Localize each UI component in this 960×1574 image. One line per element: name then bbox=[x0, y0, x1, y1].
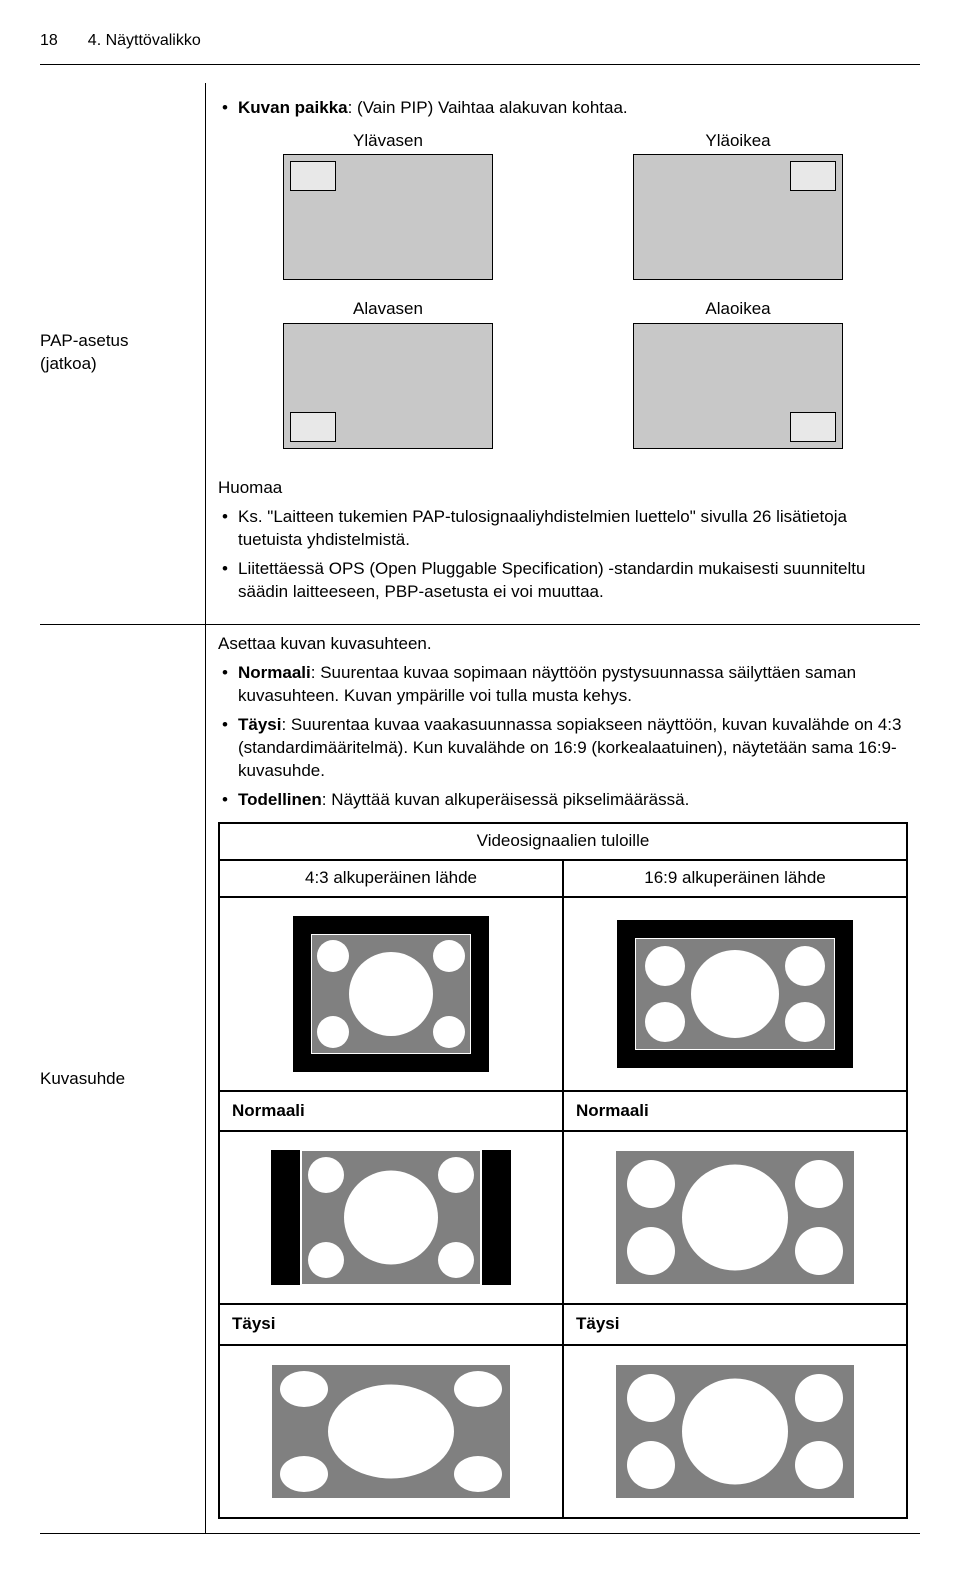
normal-43-icon bbox=[271, 1150, 511, 1285]
pip-sub-tl bbox=[290, 161, 336, 191]
ar-full-43 bbox=[219, 1345, 563, 1518]
aspect-intro: Asettaa kuvan kuvasuhteen. bbox=[218, 633, 908, 656]
row2-title: Kuvasuhde bbox=[40, 1068, 201, 1091]
pattern-169-icon bbox=[635, 938, 835, 1050]
aspect-normal-rest: : Suurentaa kuvaa sopimaan näyttöön pyst… bbox=[238, 663, 856, 705]
pip-box-br bbox=[633, 323, 843, 449]
pip-intro-rest: : (Vain PIP) Vaihtaa alakuvan kohtaa. bbox=[348, 98, 628, 117]
aspect-full-rest: : Suurentaa kuvaa vaakasuunnassa sopiaks… bbox=[238, 715, 901, 780]
header-rule bbox=[40, 64, 920, 65]
tv-frame-169-src bbox=[617, 920, 853, 1068]
normal-169-icon bbox=[615, 1150, 855, 1285]
pip-intro: Kuvan paikka: (Vain PIP) Vaihtaa alakuva… bbox=[222, 97, 908, 120]
pip-box-tr bbox=[633, 154, 843, 280]
page-number: 18 bbox=[40, 30, 58, 52]
full-169-icon bbox=[615, 1364, 855, 1499]
row2-right: Asettaa kuvan kuvasuhteen. Normaali: Suu… bbox=[205, 625, 920, 1534]
aspect-table: Videosignaalien tuloille 4:3 alkuperäine… bbox=[218, 822, 908, 1520]
row2-left: Kuvasuhde bbox=[40, 625, 205, 1534]
aspect-real-rest: : Näyttää kuvan alkuperäisessä pikselimä… bbox=[322, 790, 690, 809]
pip-intro-bold: Kuvan paikka bbox=[238, 98, 348, 117]
pattern-43-icon bbox=[311, 934, 471, 1054]
pip-sub-tr bbox=[790, 161, 836, 191]
ar-label-full-l: Täysi bbox=[219, 1304, 563, 1345]
pip-box-tl bbox=[283, 154, 493, 280]
ar-src-43 bbox=[219, 897, 563, 1091]
pip-col-bl: Alavasen bbox=[248, 298, 528, 459]
ar-src-169 bbox=[563, 897, 907, 1091]
pip-sub-bl bbox=[290, 412, 336, 442]
full-43-icon bbox=[271, 1364, 511, 1499]
aspect-list: Normaali: Suurentaa kuvaa sopimaan näytt… bbox=[218, 662, 908, 812]
pip-intro-list: Kuvan paikka: (Vain PIP) Vaihtaa alakuva… bbox=[218, 97, 908, 120]
pip-label-tr: Yläoikea bbox=[598, 130, 878, 153]
ar-label-full-r: Täysi bbox=[563, 1304, 907, 1345]
aspect-real-b: Todellinen bbox=[238, 790, 322, 809]
aspect-full: Täysi: Suurentaa kuvaa vaakasuunnassa so… bbox=[222, 714, 908, 783]
pip-label-bl: Alavasen bbox=[248, 298, 528, 321]
ar-full-169 bbox=[563, 1345, 907, 1518]
ar-normal-169 bbox=[563, 1131, 907, 1304]
ar-col-169: 16:9 alkuperäinen lähde bbox=[563, 860, 907, 897]
tv-frame-43-src bbox=[293, 916, 489, 1072]
pip-col-tr: Yläoikea bbox=[598, 130, 878, 291]
pip-col-br: Alaoikea bbox=[598, 298, 878, 459]
page-header: 18 4. Näyttövalikko bbox=[40, 30, 920, 52]
row1-left: PAP-asetus (jatkoa) bbox=[40, 83, 205, 626]
row1-title: PAP-asetus bbox=[40, 330, 201, 353]
note-list: Ks. "Laitteen tukemien PAP-tulosignaaliy… bbox=[218, 506, 908, 604]
aspect-normal: Normaali: Suurentaa kuvaa sopimaan näytt… bbox=[222, 662, 908, 708]
aspect-real: Todellinen: Näyttää kuvan alkuperäisessä… bbox=[222, 789, 908, 812]
note-heading: Huomaa bbox=[218, 477, 908, 500]
ar-normal-43 bbox=[219, 1131, 563, 1304]
ar-label-normal-r: Normaali bbox=[563, 1091, 907, 1132]
section-title: 4. Näyttövalikko bbox=[88, 30, 201, 52]
content-table: PAP-asetus (jatkoa) Kuvan paikka: (Vain … bbox=[40, 83, 920, 1535]
page: 18 4. Näyttövalikko PAP-asetus (jatkoa) … bbox=[0, 0, 960, 1574]
pip-label-tl: Ylävasen bbox=[248, 130, 528, 153]
ar-title: Videosignaalien tuloille bbox=[219, 823, 907, 860]
pip-box-bl bbox=[283, 323, 493, 449]
note-1: Ks. "Laitteen tukemien PAP-tulosignaaliy… bbox=[222, 506, 908, 552]
pip-col-tl: Ylävasen bbox=[248, 130, 528, 291]
ar-label-normal-l: Normaali bbox=[219, 1091, 563, 1132]
row1-right: Kuvan paikka: (Vain PIP) Vaihtaa alakuva… bbox=[205, 83, 920, 626]
pip-sub-br bbox=[790, 412, 836, 442]
pip-grid: Ylävasen Yläoikea Alavasen Alaoikea bbox=[218, 130, 908, 460]
note-2: Liitettäessä OPS (Open Pluggable Specifi… bbox=[222, 558, 908, 604]
ar-col-43: 4:3 alkuperäinen lähde bbox=[219, 860, 563, 897]
row1-sub: (jatkoa) bbox=[40, 353, 201, 376]
pip-label-br: Alaoikea bbox=[598, 298, 878, 321]
aspect-full-b: Täysi bbox=[238, 715, 281, 734]
aspect-normal-b: Normaali bbox=[238, 663, 311, 682]
